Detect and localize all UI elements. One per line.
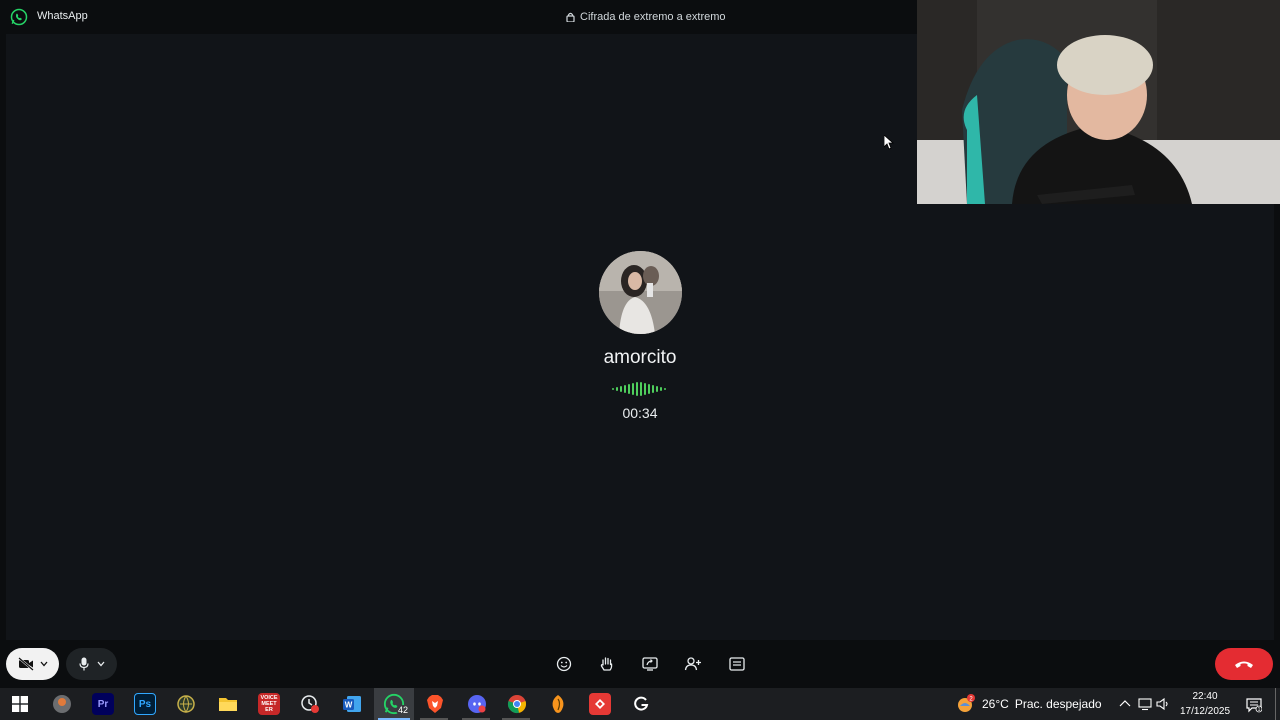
app-globe-icon[interactable] — [175, 693, 197, 715]
microphone-toggle-button[interactable] — [66, 648, 117, 680]
call-timer: 00:34 — [622, 405, 658, 421]
chevron-down-icon[interactable] — [97, 661, 105, 667]
contact-avatar — [599, 251, 682, 334]
word-icon[interactable]: W — [341, 693, 363, 715]
weather-temperature: 26°C — [982, 697, 1009, 711]
chevron-up-icon[interactable] — [1118, 697, 1132, 711]
self-video-preview[interactable] — [917, 0, 1280, 204]
fl-studio-icon[interactable] — [547, 693, 569, 715]
app-red-icon[interactable] — [589, 693, 611, 715]
end-call-button[interactable] — [1215, 648, 1273, 680]
clock-date: 17/12/2025 — [1179, 706, 1231, 717]
voicemeeter-label: VOICE MEETER — [260, 695, 278, 713]
windows-start-icon[interactable] — [9, 693, 31, 715]
weather-widget[interactable]: 2 26°C Prac. despejado — [956, 694, 1102, 714]
hang-up-icon — [1235, 661, 1253, 668]
raise-hand-icon — [600, 657, 613, 671]
app-title: WhatsApp — [37, 10, 88, 22]
encryption-label: Cifrada de extremo a extremo — [580, 11, 726, 23]
clock-time: 22:40 — [1192, 691, 1218, 702]
file-explorer-icon[interactable] — [217, 693, 239, 715]
clock-app-icon[interactable] — [299, 693, 321, 715]
weather-icon: 2 — [958, 694, 975, 712]
encryption-notice: Cifrada de extremo a extremo — [566, 11, 726, 23]
captions-button[interactable] — [727, 655, 747, 673]
app-generic-icon[interactable] — [51, 693, 73, 715]
add-participant-icon — [684, 657, 701, 671]
add-participant-button[interactable] — [683, 655, 703, 673]
reactions-button[interactable] — [554, 655, 574, 673]
svg-text:W: W — [345, 701, 353, 710]
app-g-icon[interactable] — [630, 693, 652, 715]
emoji-icon — [556, 656, 572, 672]
photoshop-icon[interactable]: Ps — [134, 693, 156, 715]
chrome-icon[interactable] — [506, 693, 528, 715]
whatsapp-unread-badge: 42 — [396, 705, 411, 715]
camera-off-icon — [17, 657, 34, 671]
share-screen-icon — [642, 657, 658, 671]
system-clock[interactable]: 22:40 17/12/2025 — [1176, 689, 1234, 719]
contact-name: amorcito — [603, 347, 677, 368]
lock-icon — [566, 12, 575, 22]
voicemeeter-icon[interactable]: VOICE MEETER — [258, 693, 280, 715]
chevron-down-icon[interactable] — [40, 661, 48, 667]
whatsapp-logo-icon — [10, 8, 28, 26]
show-desktop-divider[interactable] — [1275, 688, 1276, 720]
microphone-icon — [78, 657, 89, 671]
premiere-pro-icon[interactable]: Pr — [92, 693, 114, 715]
mouse-cursor-icon — [884, 135, 894, 150]
camera-toggle-button[interactable] — [6, 648, 59, 680]
brave-browser-icon[interactable] — [424, 693, 446, 715]
share-screen-button[interactable] — [640, 655, 660, 673]
captions-icon — [729, 657, 745, 671]
network-icon[interactable] — [1138, 697, 1152, 711]
volume-icon[interactable] — [1156, 697, 1170, 711]
discord-icon[interactable] — [466, 693, 488, 715]
weather-condition: Prac. despejado — [1014, 697, 1102, 711]
raise-hand-button[interactable] — [597, 655, 617, 673]
svg-text:1: 1 — [1258, 707, 1261, 713]
audio-wave-indicator — [612, 382, 666, 396]
notification-center-icon[interactable]: 1 — [1246, 697, 1262, 713]
